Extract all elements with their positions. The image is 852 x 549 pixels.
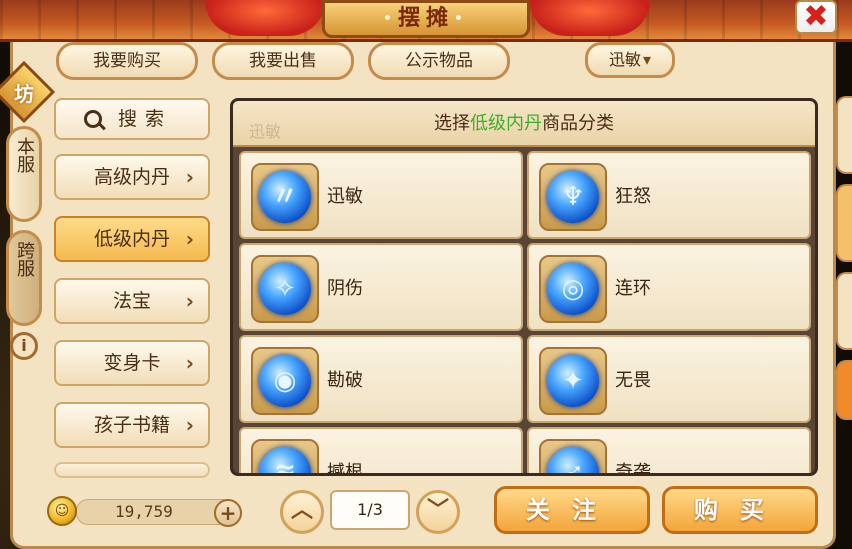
category-label: 法宝 [112, 290, 151, 312]
category-label: 变身卡 [103, 352, 161, 374]
filter-label: 迅敏 [608, 50, 641, 69]
category-child-books[interactable]: 孩子书籍 › [54, 402, 210, 448]
category-magic-treasure[interactable]: 法宝 › [54, 278, 210, 324]
category-label: 孩子书籍 [93, 414, 170, 436]
chevron-right-icon: › [185, 227, 194, 251]
item-label: 撼根 [327, 462, 363, 476]
filter-dropdown[interactable]: 迅敏 ▾ [585, 42, 675, 78]
tab-public-items[interactable]: 公示物品 [368, 42, 510, 80]
item-fury[interactable]: ♆ 狂怒 [527, 151, 811, 239]
fury-orb-icon: ♆ [539, 163, 607, 231]
add-gold-button[interactable]: + [214, 499, 242, 527]
item-label: 狂怒 [615, 186, 651, 207]
tab-sell[interactable]: 我要出售 [212, 42, 354, 80]
right-side-tab-3[interactable] [836, 272, 852, 350]
item-label: 连环 [615, 278, 651, 299]
category-more-hint [54, 462, 210, 478]
tab-this-server-label: 本服 [14, 137, 35, 173]
item-label: 无畏 [615, 370, 651, 391]
root-orb-icon: ≋ [251, 439, 319, 473]
swift-orb-icon: 〃 [251, 163, 319, 231]
chevron-up-icon: ︿ [290, 498, 313, 523]
panel-title: 迅敏 选择低级内丹商品分类 [233, 101, 815, 147]
search-label: 搜索 [117, 108, 172, 130]
window-title: •摆摊• [322, 0, 530, 38]
panel-title-prefix: 选择 [434, 113, 470, 134]
shop-badge-label: 坊 [14, 82, 34, 106]
tab-this-server[interactable]: 本服 [6, 126, 42, 222]
panel-title-highlight: 低级内丹 [470, 113, 542, 134]
item-fearless[interactable]: ✦ 无畏 [527, 335, 811, 423]
item-insight[interactable]: ◉ 勘破 [239, 335, 523, 423]
right-side-tab-4[interactable] [836, 360, 852, 420]
item-label: 阴伤 [327, 278, 363, 299]
item-label: 勘破 [327, 370, 363, 391]
tab-cross-server[interactable]: 跨服 [6, 230, 42, 326]
gold-amount: 19,759 [76, 499, 236, 525]
lantern-left-decoration [205, 0, 325, 36]
close-button[interactable]: ✖ [795, 0, 837, 34]
category-senior-core[interactable]: 高级内丹 › [54, 154, 210, 200]
right-side-tab-2[interactable] [836, 184, 852, 262]
lantern-right-decoration [530, 0, 650, 36]
raid-orb-icon: ➶ [539, 439, 607, 473]
gold-coin-icon: ☺ [47, 496, 77, 526]
chevron-down-icon: ﹀ [426, 498, 449, 523]
category-label: 高级内丹 [93, 166, 170, 188]
chevron-right-icon: › [185, 289, 194, 313]
eye-orb-icon: ◉ [251, 347, 319, 415]
search-button[interactable]: 搜索 [54, 98, 210, 140]
panel-title-suffix: 商品分类 [542, 113, 614, 134]
page-indicator: 1/3 [330, 490, 410, 530]
follow-button[interactable]: 关注 [494, 486, 650, 534]
chevron-down-icon: ▾ [642, 50, 652, 69]
item-label: 迅敏 [327, 186, 363, 207]
item-shadow-wound[interactable]: ✧ 阴伤 [239, 243, 523, 331]
page-prev-button[interactable]: ︿ [280, 490, 324, 534]
item-label: 奇袭 [615, 462, 651, 476]
shadow-orb-icon: ✧ [251, 255, 319, 323]
fearless-orb-icon: ✦ [539, 347, 607, 415]
buy-button[interactable]: 购买 [662, 486, 818, 534]
tab-cross-server-label: 跨服 [14, 241, 35, 277]
chevron-right-icon: › [185, 351, 194, 375]
chevron-right-icon: › [185, 165, 194, 189]
item-raid[interactable]: ➶ 奇袭 [527, 427, 811, 476]
search-icon [84, 110, 102, 128]
item-root-shake[interactable]: ≋ 撼根 [239, 427, 523, 476]
ghost-item-label: 迅敏 [249, 122, 282, 141]
right-side-tab-1[interactable] [836, 96, 852, 174]
page-next-button[interactable]: ﹀ [416, 490, 460, 534]
item-chain[interactable]: ◎ 连环 [527, 243, 811, 331]
chevron-right-icon: › [185, 413, 194, 437]
category-label: 低级内丹 [93, 228, 170, 250]
item-panel: 迅敏 选择低级内丹商品分类 〃 迅敏 ♆ 狂怒 ✧ 阴伤 ◎ 连环 ◉ 勘破 ✦… [230, 98, 818, 476]
item-swift[interactable]: 〃 迅敏 [239, 151, 523, 239]
tab-buy[interactable]: 我要购买 [56, 42, 198, 80]
chain-orb-icon: ◎ [539, 255, 607, 323]
category-junior-core[interactable]: 低级内丹 › [54, 216, 210, 262]
category-transform-card[interactable]: 变身卡 › [54, 340, 210, 386]
info-icon[interactable]: i [10, 332, 38, 360]
